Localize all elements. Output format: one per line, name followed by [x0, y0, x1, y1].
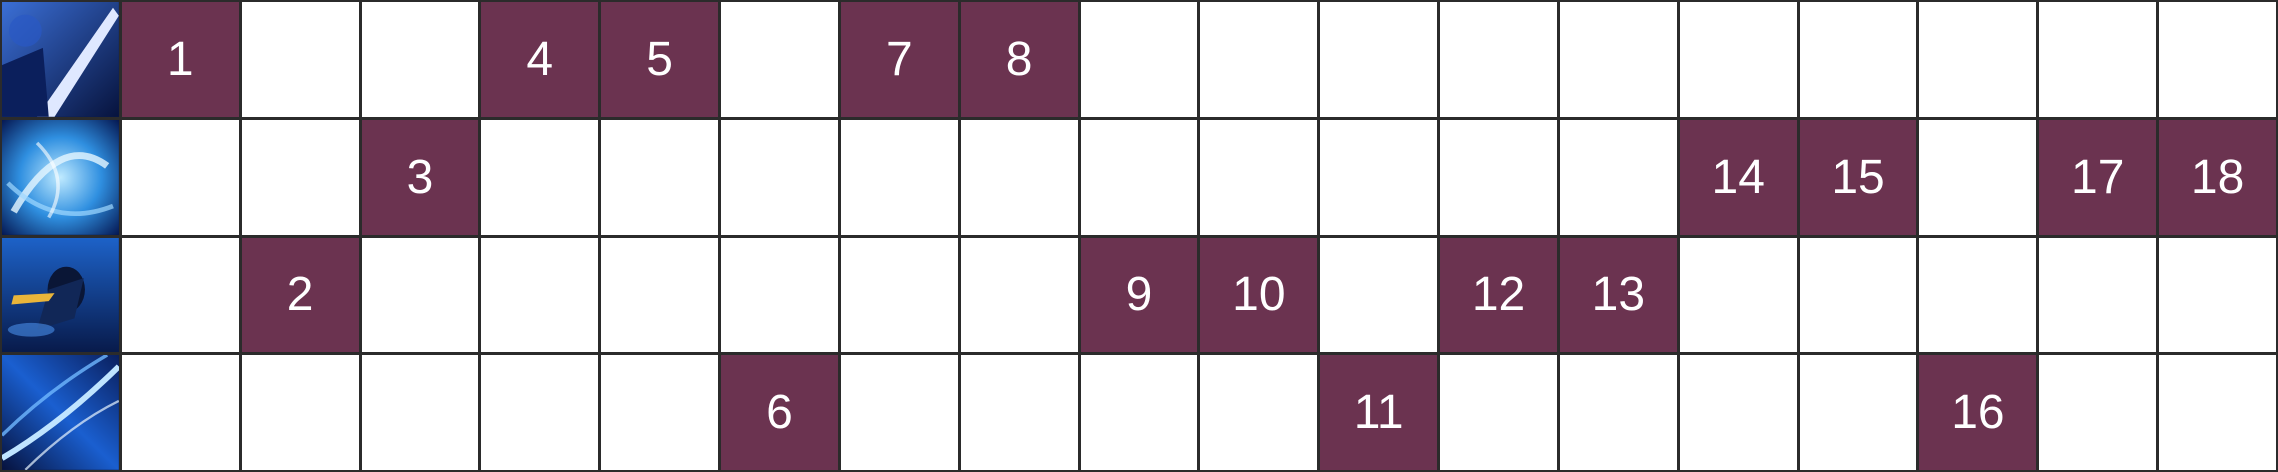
level-cell	[1320, 2, 1438, 117]
level-cell	[121, 237, 239, 353]
level-cell	[960, 237, 1078, 353]
level-cell	[361, 2, 479, 117]
level-cell: 15	[1799, 119, 1917, 235]
level-cell	[1919, 2, 2037, 117]
level-cell: 18	[2159, 119, 2276, 235]
level-cell	[1200, 119, 1318, 235]
level-cell	[601, 237, 719, 353]
level-cell	[840, 355, 958, 470]
level-cell: 5	[601, 2, 719, 117]
level-cell	[481, 355, 599, 470]
level-cell	[2039, 355, 2157, 470]
level-cell	[721, 2, 838, 117]
ability-e-icon	[2, 237, 119, 353]
level-cell	[960, 119, 1078, 235]
level-cell	[1320, 237, 1438, 353]
level-cell: 4	[481, 2, 599, 117]
level-cell: 3	[361, 119, 479, 235]
level-cell: 10	[1200, 237, 1318, 353]
level-cell	[2039, 2, 2157, 117]
level-cell: 16	[1919, 355, 2037, 470]
level-cell	[960, 355, 1078, 470]
ability-w-icon	[2, 119, 119, 235]
level-cell	[1679, 237, 1797, 353]
level-cell	[601, 355, 719, 470]
level-cell: 9	[1080, 237, 1198, 353]
level-cell	[241, 355, 359, 470]
level-cell	[481, 237, 599, 353]
level-cell: 6	[721, 355, 838, 470]
level-cell: 12	[1440, 237, 1557, 353]
level-cell	[2039, 237, 2157, 353]
level-cell	[1919, 237, 2037, 353]
level-cell	[1080, 355, 1198, 470]
level-cell	[1559, 2, 1677, 117]
level-cell	[1200, 355, 1318, 470]
level-cell	[1559, 119, 1677, 235]
level-cell	[361, 237, 479, 353]
level-cell	[121, 355, 239, 470]
skill-order-grid: 1 4 5 7 8 3 14 15 17 18 2 9 10 12 13 6 1…	[0, 0, 2278, 472]
level-cell	[1320, 119, 1438, 235]
level-cell	[840, 119, 958, 235]
level-cell	[121, 119, 239, 235]
level-cell	[2159, 237, 2276, 353]
level-cell	[721, 119, 838, 235]
level-cell	[1799, 355, 1917, 470]
ability-r-icon	[2, 355, 119, 470]
level-cell	[1080, 2, 1198, 117]
level-cell: 8	[960, 2, 1078, 117]
level-cell	[721, 237, 838, 353]
level-cell	[1440, 2, 1557, 117]
level-cell: 7	[840, 2, 958, 117]
level-cell	[481, 119, 599, 235]
level-cell	[601, 119, 719, 235]
ability-q-icon	[2, 2, 119, 117]
level-cell	[1080, 119, 1198, 235]
level-cell: 17	[2039, 119, 2157, 235]
level-cell	[241, 2, 359, 117]
level-cell	[241, 119, 359, 235]
level-cell	[1799, 237, 1917, 353]
level-cell	[1440, 355, 1557, 470]
level-cell	[361, 355, 479, 470]
level-cell: 13	[1559, 237, 1677, 353]
level-cell	[2159, 355, 2276, 470]
level-cell	[2159, 2, 2276, 117]
level-cell	[1200, 2, 1318, 117]
level-cell: 14	[1679, 119, 1797, 235]
level-cell	[1559, 355, 1677, 470]
level-cell: 2	[241, 237, 359, 353]
level-cell	[1679, 355, 1797, 470]
level-cell	[840, 237, 958, 353]
level-cell	[1919, 119, 2037, 235]
level-cell	[1440, 119, 1557, 235]
level-cell	[1679, 2, 1797, 117]
level-cell: 1	[121, 2, 239, 117]
level-cell: 11	[1320, 355, 1438, 470]
level-cell	[1799, 2, 1917, 117]
